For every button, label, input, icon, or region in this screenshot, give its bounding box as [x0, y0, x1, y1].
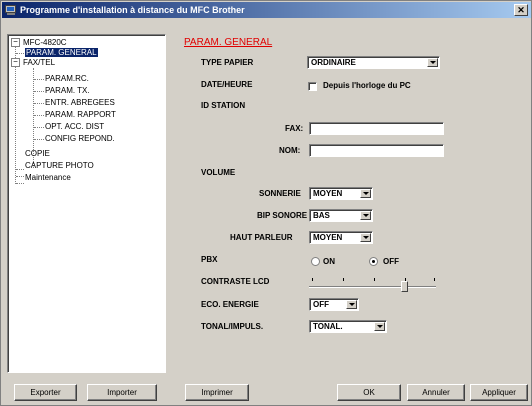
- contraste-lcd-label: CONTRASTE LCD: [201, 277, 270, 286]
- collapse-icon[interactable]: −: [11, 58, 20, 67]
- title-bar[interactable]: Programme d'installation à distance du M…: [2, 2, 531, 18]
- dropdown-arrow-icon[interactable]: [427, 58, 438, 67]
- sonnerie-label: SONNERIE: [259, 189, 301, 198]
- window-title: Programme d'installation à distance du M…: [20, 5, 245, 15]
- pbx-off-radio[interactable]: [369, 257, 378, 266]
- volume-label: VOLUME: [201, 168, 236, 177]
- tonal-impuls-select[interactable]: TONAL.: [309, 320, 387, 333]
- haut-parleur-select[interactable]: MOYEN: [309, 231, 373, 244]
- close-button[interactable]: ✕: [514, 4, 528, 16]
- apply-button[interactable]: Appliquer: [470, 384, 528, 401]
- dropdown-arrow-icon[interactable]: [360, 233, 371, 242]
- tree-item-param-general[interactable]: PARAM. GENERAL: [25, 48, 98, 58]
- tree-item-root[interactable]: MFC-4820C: [23, 38, 67, 48]
- eco-energie-select[interactable]: OFF: [309, 298, 359, 311]
- dropdown-arrow-icon[interactable]: [346, 300, 357, 309]
- section-title: PARAM. GENERAL: [184, 37, 273, 48]
- collapse-icon[interactable]: −: [11, 38, 20, 47]
- tree-item-param-rapport[interactable]: PARAM. RAPPORT: [45, 110, 116, 120]
- nom-input[interactable]: [309, 144, 444, 157]
- pbx-off-label: OFF: [383, 257, 399, 266]
- computer-icon: [5, 4, 17, 16]
- date-heure-label: DATE/HEURE: [201, 80, 253, 89]
- bip-sonore-select[interactable]: BAS: [309, 209, 373, 222]
- tree-item-maintenance[interactable]: Maintenance: [25, 173, 71, 183]
- date-heure-checkbox[interactable]: [308, 82, 317, 91]
- ok-button[interactable]: OK: [337, 384, 401, 401]
- tree-item-copie[interactable]: COPIE: [25, 149, 50, 159]
- type-papier-select[interactable]: ORDINAIRE: [307, 56, 440, 69]
- cancel-button[interactable]: Annuler: [407, 384, 465, 401]
- tree-item-entr-abregees[interactable]: ENTR. ABREGEES: [45, 98, 115, 108]
- tree-item-capture-photo[interactable]: CAPTURE PHOTO: [25, 161, 94, 171]
- sonnerie-select[interactable]: MOYEN: [309, 187, 373, 200]
- dropdown-arrow-icon[interactable]: [374, 322, 385, 331]
- dropdown-arrow-icon[interactable]: [360, 189, 371, 198]
- nom-label: NOM:: [279, 146, 301, 155]
- bip-sonore-label: BIP SONORE: [257, 211, 308, 220]
- export-button[interactable]: Exporter: [14, 384, 77, 401]
- tree-item-param-tx[interactable]: PARAM. TX.: [45, 86, 90, 96]
- haut-parleur-label: HAUT PARLEUR: [230, 233, 293, 242]
- fax-input[interactable]: [309, 122, 444, 135]
- tree-item-param-rc[interactable]: PARAM.RC.: [45, 74, 89, 84]
- tree-item-fax-tel[interactable]: FAX/TEL: [23, 58, 55, 68]
- pbx-on-label: ON: [323, 257, 335, 266]
- tonal-impuls-label: TONAL/IMPULS.: [201, 322, 264, 331]
- installer-window: Programme d'installation à distance du M…: [0, 0, 532, 406]
- pbx-label: PBX: [201, 255, 218, 264]
- settings-tree[interactable]: − MFC-4820C PARAM. GENERAL − FAX/TEL PAR…: [7, 34, 166, 373]
- dropdown-arrow-icon[interactable]: [360, 211, 371, 220]
- eco-energie-label: ECO. ENERGIE: [201, 300, 259, 309]
- print-button[interactable]: Imprimer: [185, 384, 249, 401]
- tree-item-config-repond[interactable]: CONFIG REPOND.: [45, 134, 115, 144]
- pbx-on-radio[interactable]: [311, 257, 320, 266]
- import-button[interactable]: Importer: [87, 384, 157, 401]
- fax-label: FAX:: [285, 124, 304, 133]
- date-heure-checkbox-label: Depuis l'horloge du PC: [323, 81, 411, 90]
- tree-item-opt-acc-dist[interactable]: OPT. ACC. DIST: [45, 122, 104, 132]
- id-station-label: ID STATION: [201, 101, 246, 110]
- type-papier-label: TYPE PAPIER: [201, 58, 254, 67]
- slider-thumb[interactable]: [400, 281, 408, 292]
